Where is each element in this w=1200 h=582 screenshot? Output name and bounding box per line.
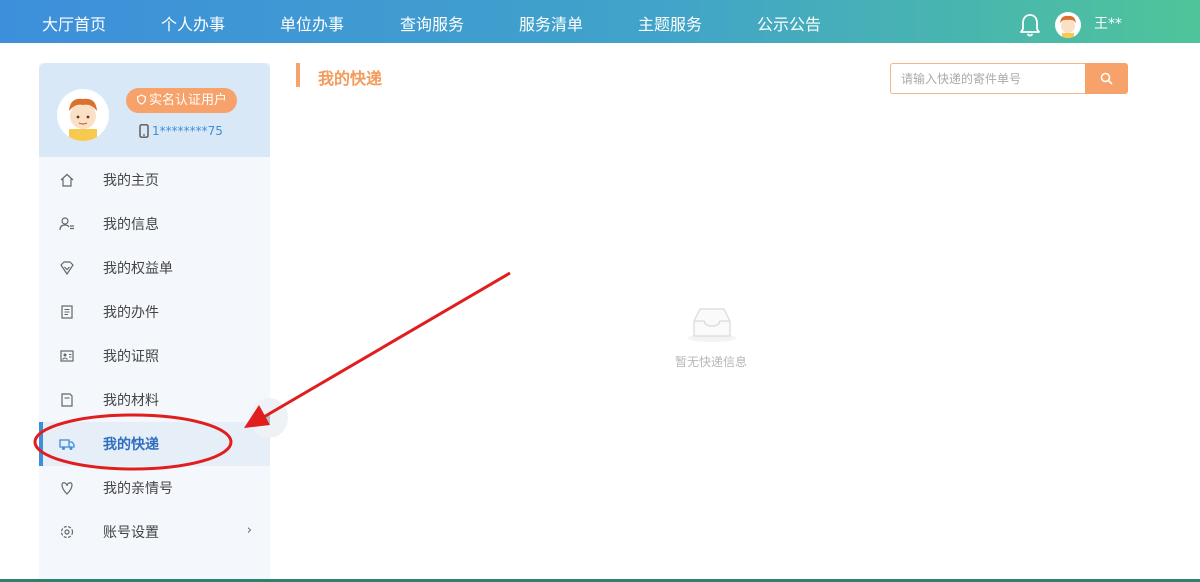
nav-item-unit[interactable]: 单位办事	[280, 0, 344, 43]
folder-icon	[61, 393, 73, 407]
delivery-truck-icon	[59, 439, 75, 450]
sidebar-item-cases[interactable]: 我的办件	[39, 290, 270, 334]
section-accent-bar	[296, 63, 300, 87]
shield-heart-icon	[60, 261, 74, 275]
page-title: 我的快递	[318, 69, 383, 88]
document-list-icon	[61, 305, 73, 319]
empty-inbox-icon	[688, 308, 736, 342]
sidebar-item-benefits[interactable]: 我的权益单	[39, 246, 270, 290]
nav-item-home[interactable]: 大厅首页	[42, 0, 106, 43]
username[interactable]: 王**	[1094, 13, 1122, 33]
sidebar-item-info[interactable]: 我的信息	[39, 202, 270, 246]
sidebar-item-label: 我的主页	[103, 173, 159, 189]
sidebar-item-label: 我的信息	[103, 217, 159, 233]
sidebar-item-label: 我的证照	[103, 349, 159, 365]
user-avatar[interactable]	[1055, 12, 1081, 38]
annotation-arrow-line	[261, 271, 511, 420]
family-icon	[61, 482, 73, 495]
top-navigation-bar: 大厅首页 个人办事 单位办事 查询服务 服务清单 主题服务 公示公告 王**	[0, 0, 1200, 43]
search-button[interactable]	[1085, 63, 1128, 94]
phone-number: 1********75	[139, 124, 223, 138]
nav-item-personal[interactable]: 个人办事	[161, 0, 225, 43]
nav-item-service-list[interactable]: 服务清单	[519, 0, 583, 43]
sidebar-item-home[interactable]: 我的主页	[39, 158, 270, 202]
sidebar-collapse-toggle[interactable]	[250, 398, 288, 438]
sidebar-item-label: 我的快递	[103, 437, 159, 453]
user-info-icon	[59, 217, 74, 231]
bell-icon[interactable]	[1018, 12, 1042, 38]
sidebar-item-account-settings[interactable]: 账号设置 ›	[39, 510, 270, 554]
chevron-right-icon: ›	[246, 523, 252, 538]
sidebar: 实名认证用户 1********75 我的主页 我的信息 我的权益单 我的办件 …	[39, 63, 270, 582]
tracking-number-search-input[interactable]	[890, 63, 1086, 94]
sidebar-item-label: 我的材料	[103, 393, 159, 409]
sidebar-item-materials[interactable]: 我的材料	[39, 378, 270, 422]
home-icon	[60, 173, 74, 187]
mobile-phone-icon	[139, 124, 149, 138]
sidebar-item-express[interactable]: 我的快递	[39, 422, 270, 466]
sidebar-item-label: 账号设置	[103, 525, 159, 541]
empty-state-message: 暂无快递信息	[675, 355, 748, 369]
sidebar-item-label: 我的权益单	[103, 261, 173, 277]
sidebar-item-family-number[interactable]: 我的亲情号	[39, 466, 270, 510]
profile-card: 实名认证用户 1********75	[39, 63, 270, 157]
sidebar-item-licenses[interactable]: 我的证照	[39, 334, 270, 378]
phone-number-text: 1********75	[152, 124, 223, 138]
nav-item-query[interactable]: 查询服务	[400, 0, 464, 43]
sidebar-item-label: 我的办件	[103, 305, 159, 321]
search-icon	[1100, 72, 1113, 85]
sidebar-item-label: 我的亲情号	[103, 481, 173, 497]
verified-icon	[136, 94, 147, 105]
nav-item-announcement[interactable]: 公示公告	[757, 0, 821, 43]
id-card-icon	[60, 350, 74, 362]
profile-avatar	[57, 89, 109, 141]
gear-icon	[60, 525, 74, 539]
nav-item-theme-service[interactable]: 主题服务	[638, 0, 702, 43]
verified-badge: 实名认证用户	[126, 88, 238, 113]
verified-badge-label: 实名认证用户	[149, 93, 228, 108]
